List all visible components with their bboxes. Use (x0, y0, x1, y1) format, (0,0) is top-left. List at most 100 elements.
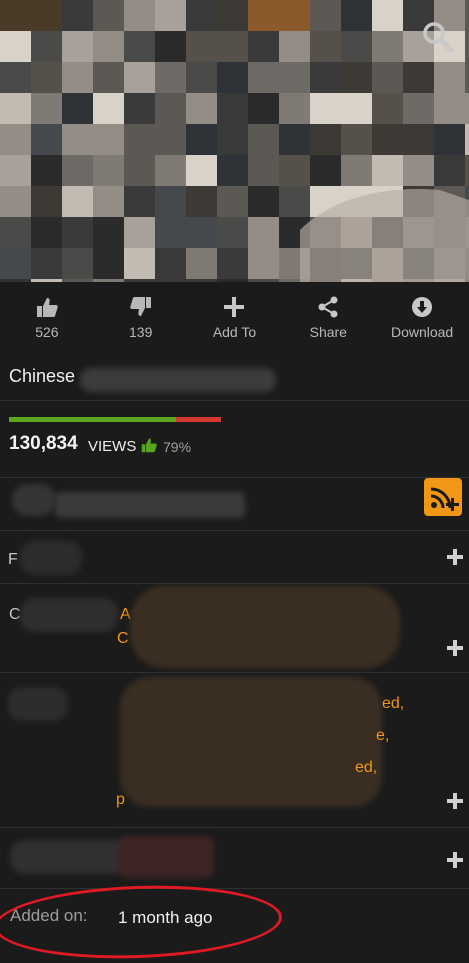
mosaic-tile (341, 155, 372, 186)
share-button[interactable]: Share (281, 282, 375, 352)
mosaic-tile (186, 31, 217, 62)
mosaic-tile (372, 62, 403, 93)
tag-fragment-2[interactable]: e, (376, 727, 389, 745)
mosaic-tile (217, 0, 248, 31)
mosaic-tile (403, 155, 434, 186)
mosaic-tile (248, 0, 279, 31)
redacted-row-c-label (20, 598, 118, 632)
mosaic-tile (341, 0, 372, 31)
search-button[interactable] (421, 20, 455, 54)
like-button[interactable]: 526 (0, 282, 94, 352)
mosaic-tile (372, 0, 403, 31)
mosaic-tile (310, 31, 341, 62)
mosaic-tile (62, 124, 93, 155)
mosaic-tile (217, 155, 248, 186)
details-row-c: C A C (0, 584, 469, 673)
mosaic-tile (186, 217, 217, 248)
details-row-redacted (0, 828, 469, 889)
redacted-row-tags-label (8, 687, 68, 721)
download-label: Download (390, 324, 454, 340)
mosaic-tile (217, 62, 248, 93)
redacted-row-label (10, 840, 130, 874)
mosaic-tile (279, 186, 310, 217)
mosaic-tile (124, 124, 155, 155)
download-button[interactable]: Download (375, 282, 469, 352)
mosaic-tile (434, 62, 465, 93)
mosaic-tile (248, 186, 279, 217)
mosaic-tile (155, 0, 186, 31)
mosaic-tile (186, 0, 217, 31)
mosaic-tile (0, 93, 31, 124)
mosaic-tile (186, 62, 217, 93)
mosaic-tile (248, 62, 279, 93)
expand-plus-icon[interactable] (447, 640, 463, 656)
redacted-row-value (118, 836, 214, 878)
thumbs-down-icon (129, 296, 153, 318)
redacted-uploader-name (55, 492, 245, 518)
mosaic-tile (372, 124, 403, 155)
mosaic-tile (62, 0, 93, 31)
mosaic-tile (186, 155, 217, 186)
mosaic-tile (62, 248, 93, 279)
rss-plus-icon (430, 487, 459, 511)
mosaic-tile (279, 93, 310, 124)
mosaic-tile (62, 186, 93, 217)
mosaic-tile (341, 31, 372, 62)
mosaic-tile (186, 124, 217, 155)
mosaic-tile (186, 186, 217, 217)
mosaic-tile (0, 31, 31, 62)
tag-fragment-1[interactable]: ed, (382, 695, 404, 713)
subscribe-button[interactable] (424, 478, 462, 516)
mosaic-tile (0, 186, 31, 217)
tag-fragment-4[interactable]: p (116, 791, 125, 809)
uploader-row[interactable] (0, 478, 469, 531)
mosaic-tile (93, 186, 124, 217)
mosaic-tile (155, 124, 186, 155)
mosaic-tile (372, 31, 403, 62)
dislike-button[interactable]: 139 (94, 282, 188, 352)
mosaic-tile (310, 62, 341, 93)
mosaic-tile (31, 124, 62, 155)
mosaic-tile (31, 217, 62, 248)
mosaic-tile (217, 217, 248, 248)
dislike-count: 139 (129, 324, 153, 340)
mosaic-tile (403, 93, 434, 124)
row-c-orange-c[interactable]: C (117, 630, 129, 648)
mosaic-tile (248, 31, 279, 62)
rating-percent: 79% (163, 439, 192, 455)
video-player[interactable] (0, 0, 469, 282)
mosaic-tile (62, 62, 93, 93)
add-to-button[interactable]: Add To (188, 282, 282, 352)
mosaic-tile (124, 186, 155, 217)
mosaic-tile (465, 62, 469, 93)
mosaic-tile (465, 155, 469, 186)
mosaic-tile (93, 93, 124, 124)
thumbs-up-icon (35, 296, 59, 318)
expand-plus-icon[interactable] (447, 549, 463, 565)
rating-bar-fill (9, 417, 177, 422)
mosaic-tile (0, 155, 31, 186)
mosaic-tile (31, 248, 62, 279)
rating-bar (9, 417, 221, 422)
tag-fragment-3[interactable]: ed, (355, 759, 377, 777)
mosaic-tile (465, 31, 469, 62)
mosaic-tile (279, 31, 310, 62)
mosaic-tile (155, 217, 186, 248)
mosaic-tile (31, 93, 62, 124)
mosaic-tile (124, 155, 155, 186)
mosaic-tile (0, 124, 31, 155)
mosaic-tile (0, 217, 31, 248)
mosaic-tile (0, 0, 31, 31)
pixelated-video-frame (0, 0, 469, 282)
details-row-tags: ed, e, ed, p (0, 673, 469, 828)
expand-plus-icon[interactable] (447, 852, 463, 868)
row-c-label: C (9, 606, 21, 623)
mosaic-tile (155, 31, 186, 62)
redacted-row-tags-values (120, 677, 382, 807)
mosaic-tile (186, 93, 217, 124)
mosaic-tile (93, 62, 124, 93)
expand-plus-icon[interactable] (447, 793, 463, 809)
redacted-avatar (12, 484, 56, 516)
mosaic-tile (248, 124, 279, 155)
mosaic-tile (434, 124, 465, 155)
